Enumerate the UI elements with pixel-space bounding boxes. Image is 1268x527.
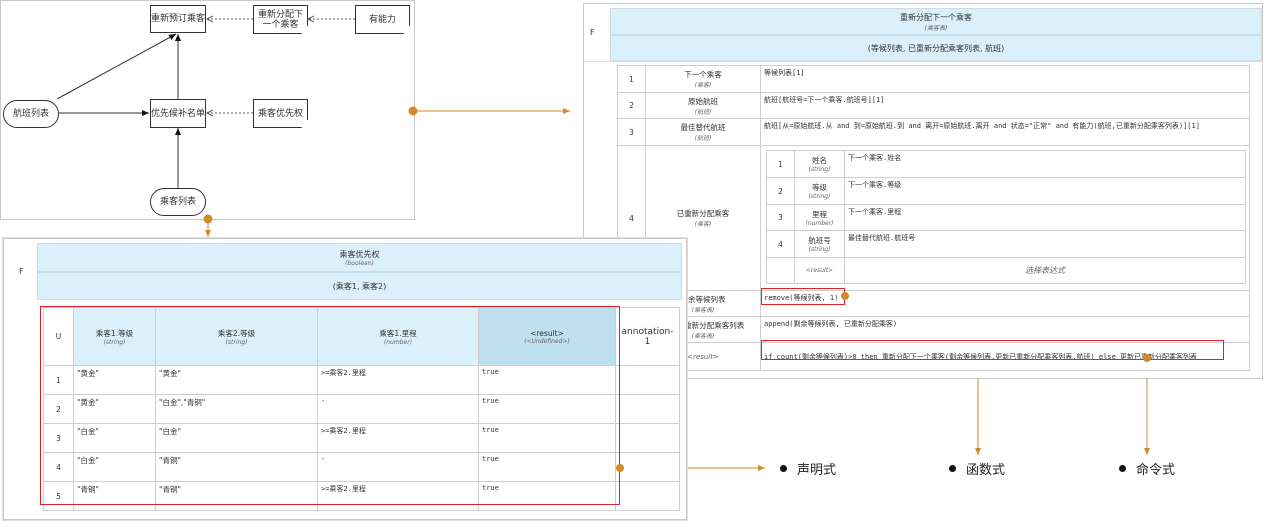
connector-dot [616, 464, 624, 472]
legend-imperative: 命令式 [1119, 459, 1175, 478]
bullet-icon [1119, 465, 1126, 472]
legend-label: 命令式 [1136, 463, 1176, 478]
connector-dot [1143, 354, 1151, 362]
connector-dot [841, 292, 849, 300]
bullet-icon [780, 465, 787, 472]
legend-label: 函数式 [966, 463, 1006, 478]
connector-dots [616, 292, 1151, 472]
bullet-icon [949, 465, 956, 472]
legend-functional: 函数式 [949, 459, 1005, 478]
legend-declarative: 声明式 [780, 459, 836, 478]
legend-label: 声明式 [797, 463, 837, 478]
